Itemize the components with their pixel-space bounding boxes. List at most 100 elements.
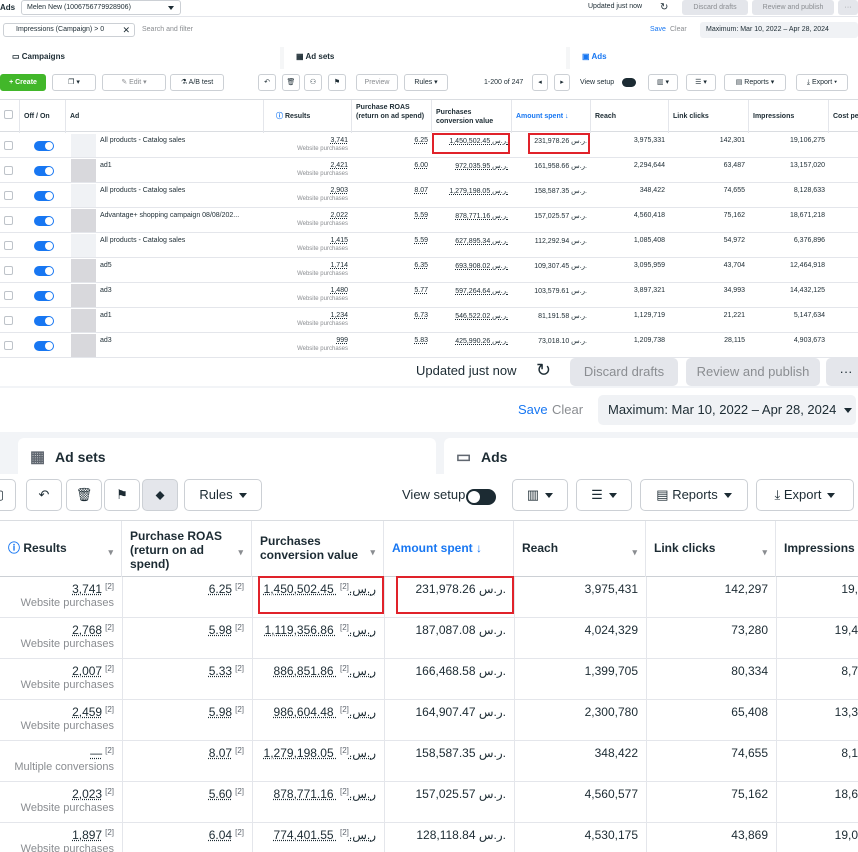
amount-spent-header[interactable]: Amount spent ↓	[512, 100, 591, 133]
ad-toggle[interactable]	[34, 241, 54, 251]
refresh-icon[interactable]: ↻	[536, 360, 551, 381]
pcv-header[interactable]: Purchases conversion value ▾	[252, 521, 384, 578]
date-range-picker[interactable]: Maximum: Mar 10, 2022 – Apr 28, 2024	[598, 395, 856, 425]
delete-button[interactable]: 🗑	[282, 74, 300, 91]
discard-drafts-button[interactable]: Discard drafts	[682, 0, 748, 15]
table-row[interactable]: Advantage+ shopping campaign 08/08/202..…	[0, 208, 858, 233]
edit-button[interactable]: ✎ Edit ▾	[102, 74, 166, 91]
columns-button[interactable]: ▥ ▾	[648, 74, 678, 91]
table-row[interactable]: ad1 1,234 Website purchases 6.73 546,522.02 …	[0, 308, 858, 333]
select-all-header[interactable]	[0, 100, 20, 133]
table-row[interactable]: ad5 1,714 Website purchases 6.35 693,908.02 …	[0, 258, 858, 283]
row-checkbox[interactable]	[4, 216, 13, 225]
ad-header[interactable]: Ad	[66, 100, 264, 133]
ad-name[interactable]: All products - Catalog sales	[96, 133, 264, 158]
sort-icon[interactable]: ▾	[762, 545, 767, 559]
tag-icon[interactable]: ⬥	[142, 479, 178, 511]
view-setup-toggle[interactable]	[466, 488, 496, 505]
sort-icon[interactable]: ▾	[370, 545, 375, 559]
sort-icon[interactable]: ▾	[238, 545, 243, 559]
reports-button[interactable]: ▤ Reports ▾	[724, 74, 786, 91]
ad-toggle[interactable]	[34, 166, 54, 176]
refresh-icon[interactable]: ↻	[660, 2, 668, 13]
more-button[interactable]: ···	[838, 0, 858, 15]
create-button[interactable]: + Create	[0, 74, 46, 91]
ad-toggle[interactable]	[34, 141, 54, 151]
impressions-header[interactable]: Impressions	[749, 100, 829, 133]
link-clicks-header[interactable]: Link clicks	[669, 100, 749, 133]
table-row[interactable]: All products - Catalog sales 3,741 Website…	[0, 133, 858, 158]
row-checkbox[interactable]	[4, 166, 13, 175]
save-link[interactable]: Save	[518, 402, 548, 417]
clear-link[interactable]: Clear	[670, 26, 687, 33]
impressions-header[interactable]: Impressions	[776, 521, 858, 578]
prev-page-button[interactable]: ◂	[532, 74, 548, 91]
export-button[interactable]: ⤓ Export ▾	[796, 74, 848, 91]
clear-link[interactable]: Clear	[552, 402, 583, 417]
table-row[interactable]: — [2] Multiple conversions 8.07 [2] 1,279,198…	[0, 741, 858, 782]
partial-button[interactable]: ▢	[0, 479, 16, 511]
ad-name[interactable]: ad5	[96, 258, 264, 283]
review-publish-button[interactable]: Review and publish	[686, 358, 820, 386]
table-row[interactable]: All products - Catalog sales 1,415 Website…	[0, 233, 858, 258]
link-clicks-header[interactable]: Link clicks ▾	[646, 521, 776, 578]
table-row[interactable]: ad3 999 Website purchases 5.83 425,990.26 ر.…	[0, 333, 858, 358]
close-icon[interactable]: ✕	[122, 25, 130, 36]
ab-test-button[interactable]: ⚗ A/B test	[170, 74, 224, 91]
table-row[interactable]: All products - Catalog sales 2,903 Website…	[0, 183, 858, 208]
row-checkbox[interactable]	[4, 191, 13, 200]
table-row[interactable]: 2,023 [2] Website purchases 5.60 [2] 878,771.…	[0, 782, 858, 823]
search-input[interactable]: Search and filter	[142, 26, 193, 33]
view-setup-toggle[interactable]	[622, 78, 636, 87]
results-header[interactable]: ⓘ Results ▾	[0, 521, 122, 578]
table-row[interactable]: ad1 2,421 Website purchases 6.00 972,035.95 …	[0, 158, 858, 183]
next-page-button[interactable]: ▸	[554, 74, 570, 91]
row-checkbox[interactable]	[4, 266, 13, 275]
table-row[interactable]: ad3 1,480 Website purchases 5.77 597,264.64 …	[0, 283, 858, 308]
reports-button[interactable]: ▤ Reports	[640, 479, 748, 511]
ad-name[interactable]: Advantage+ shopping campaign 08/08/202..…	[96, 208, 264, 233]
row-checkbox[interactable]	[4, 241, 13, 250]
table-row[interactable]: 1,897 [2] Website purchases 6.04 [2] 774,401.…	[0, 823, 858, 852]
roas-header[interactable]: Purchase ROAS (return on ad spend)	[352, 100, 432, 133]
ad-name[interactable]: ad1	[96, 158, 264, 183]
reach-header[interactable]: Reach	[591, 100, 669, 133]
rules-button[interactable]: Rules	[184, 479, 262, 511]
ad-name[interactable]: All products - Catalog sales	[96, 183, 264, 208]
rules-button[interactable]: Rules ▾	[404, 74, 448, 91]
tab-adsets[interactable]: ▦ Ad sets	[284, 47, 566, 69]
flag-button[interactable]: ⚑	[328, 74, 346, 91]
cost-header[interactable]: Cost pe	[829, 100, 858, 133]
pcv-header[interactable]: Purchases conversion value	[432, 100, 512, 133]
tab-campaigns[interactable]: ▭ Campaigns	[0, 47, 280, 69]
ad-name[interactable]: All products - Catalog sales	[96, 233, 264, 258]
columns-button[interactable]: ▥	[512, 479, 568, 511]
row-checkbox[interactable]	[4, 291, 13, 300]
ad-toggle[interactable]	[34, 216, 54, 226]
ad-toggle[interactable]	[34, 291, 54, 301]
table-row[interactable]: 2,007 [2] Website purchases 5.33 [2] 886,851.…	[0, 659, 858, 700]
preview-button[interactable]: Preview	[356, 74, 398, 91]
discard-drafts-button[interactable]: Discard drafts	[570, 358, 678, 386]
flag-button[interactable]: ⚑	[104, 479, 140, 511]
row-checkbox[interactable]	[4, 341, 13, 350]
roas-header[interactable]: Purchase ROAS (return on ad spend) ▾	[122, 521, 252, 578]
sort-icon[interactable]: ▾	[632, 545, 637, 559]
results-header[interactable]: ⓘ Results	[264, 100, 352, 133]
undo-button[interactable]: ↶	[26, 479, 62, 511]
delete-button[interactable]: 🗑	[66, 479, 102, 511]
reach-header[interactable]: Reach ▾	[514, 521, 646, 578]
filter-chip[interactable]: Impressions (Campaign) > 0 ✕	[3, 23, 135, 37]
table-row[interactable]: 2,459 [2] Website purchases 5.98 [2] 986,604.…	[0, 700, 858, 741]
save-link[interactable]: Save	[650, 26, 666, 33]
breakdown-button[interactable]: ☰	[576, 479, 632, 511]
amount-spent-header[interactable]: Amount spent ↓	[384, 521, 514, 578]
tab-adsets[interactable]: ▦ Ad sets	[18, 438, 436, 474]
tab-ads[interactable]: ▣ Ads	[570, 47, 858, 69]
sort-icon[interactable]: ▾	[108, 545, 113, 559]
off-on-header[interactable]: Off / On	[20, 100, 66, 133]
row-checkbox[interactable]	[4, 316, 13, 325]
ad-name[interactable]: ad3	[96, 333, 264, 358]
export-button[interactable]: ⤓ Export	[756, 479, 854, 511]
tab-ads[interactable]: ▭ Ads	[444, 438, 858, 474]
